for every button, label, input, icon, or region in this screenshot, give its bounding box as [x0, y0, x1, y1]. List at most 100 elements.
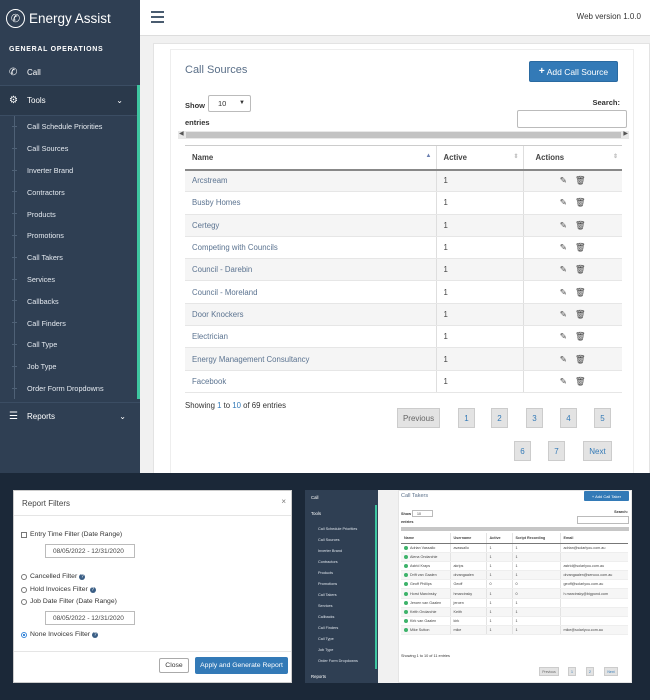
entry-time-filter-option[interactable]: Entry Time Filter (Date Range): [21, 531, 122, 538]
sidebar-item-2[interactable]: Inverter Brand: [0, 159, 137, 182]
hold-invoices-filter-option[interactable]: Hold Invoices Filter ?: [21, 586, 96, 593]
trash-icon[interactable]: 🗑: [575, 197, 586, 207]
sidebar-item-9[interactable]: Call Finders: [0, 312, 137, 334]
mini-nav-item-9[interactable]: Services: [305, 604, 375, 608]
mini-nav-item-7[interactable]: Promotions: [305, 582, 375, 586]
job-date-filter-option[interactable]: Job Date Filter (Date Range): [21, 598, 117, 605]
hamburger-menu-icon[interactable]: [151, 11, 164, 26]
column-header-active[interactable]: Active ⇕: [435, 145, 523, 171]
sidebar-item-8[interactable]: Callbacks: [0, 290, 137, 312]
edit-icon[interactable]: ✎: [560, 376, 567, 386]
scroll-left-icon[interactable]: ◀: [179, 130, 184, 137]
pagination-page-1[interactable]: 1: [568, 667, 576, 676]
sidebar-item-7[interactable]: Services: [0, 268, 137, 291]
pagination-next[interactable]: Next: [583, 441, 612, 461]
pagination-previous[interactable]: Previous: [539, 667, 559, 676]
add-call-source-button[interactable]: + Add Call Source: [529, 61, 618, 82]
edit-icon[interactable]: ✎: [560, 354, 567, 364]
pagination-page-6[interactable]: 6: [514, 441, 531, 461]
pagination-page-1[interactable]: 1: [458, 408, 475, 428]
sidebar-item-11[interactable]: Job Type: [0, 355, 137, 378]
app-logo[interactable]: ✆ Energy Assist: [0, 0, 140, 36]
pagination-page-2[interactable]: 2: [491, 408, 508, 428]
sidebar-item-1[interactable]: Call Sources: [0, 137, 137, 160]
pagination-page-3[interactable]: 3: [526, 408, 543, 428]
cancelled-filter-option[interactable]: Cancelled Filter ?: [21, 573, 86, 580]
nav-reports[interactable]: ☰ Reports ⌄: [0, 402, 140, 430]
pagination-next[interactable]: Next: [604, 667, 618, 676]
cancelled-filter-radio[interactable]: [21, 573, 27, 580]
pagination-page-2[interactable]: 2: [586, 667, 594, 676]
horizontal-scrollbar[interactable]: ◀ ▶: [178, 131, 629, 139]
search-input[interactable]: [517, 110, 627, 128]
pagination-page-7[interactable]: 7: [548, 441, 565, 461]
pagination-previous[interactable]: Previous: [397, 408, 440, 428]
edit-icon[interactable]: ✎: [560, 287, 567, 297]
search-input[interactable]: [577, 516, 629, 524]
trash-icon[interactable]: 🗑: [575, 376, 586, 386]
mini-nav-item-6[interactable]: Products: [305, 571, 375, 575]
pagination-page-5[interactable]: 5: [594, 408, 611, 428]
trash-icon[interactable]: 🗑: [575, 175, 586, 185]
edit-icon[interactable]: ✎: [560, 264, 567, 274]
none-invoices-filter-option[interactable]: None Invoices Filter ?: [21, 631, 99, 638]
add-call-taker-button[interactable]: + Add Call Taker: [584, 491, 629, 501]
entry-date-range-input[interactable]: 08/05/2022 - 12/31/2020: [45, 544, 135, 558]
edit-icon[interactable]: ✎: [560, 197, 567, 207]
sidebar-item-6[interactable]: Call Takers: [0, 246, 137, 269]
trash-icon[interactable]: 🗑: [575, 242, 586, 252]
page-length-select[interactable]: 10: [412, 510, 433, 517]
hold-invoices-filter-radio[interactable]: [21, 586, 27, 593]
mini-nav-item-14[interactable]: Order Form Dropdowns: [305, 659, 375, 663]
mini-nav-item-15[interactable]: Reports: [305, 674, 375, 679]
mini-nav-item-8[interactable]: Call Takers: [305, 593, 375, 597]
edit-icon[interactable]: ✎: [560, 331, 567, 341]
close-icon[interactable]: ×: [281, 497, 286, 506]
trash-icon[interactable]: 🗑: [575, 331, 586, 341]
nav-call[interactable]: ✆ Call: [0, 60, 140, 85]
mini-nav-item-11[interactable]: Call Finders: [305, 626, 375, 630]
pagination-page-4[interactable]: 4: [560, 408, 577, 428]
job-date-range-input[interactable]: 08/05/2022 - 12/31/2020: [45, 611, 135, 625]
trash-icon[interactable]: 🗑: [575, 220, 586, 230]
column-header[interactable]: Username: [449, 533, 486, 544]
column-header[interactable]: Script Recording: [511, 533, 560, 544]
scroll-right-icon[interactable]: ▶: [623, 130, 628, 137]
column-header-name[interactable]: Name ▲: [185, 145, 436, 171]
apply-generate-report-button[interactable]: Apply and Generate Report: [195, 657, 288, 674]
trash-icon[interactable]: 🗑: [575, 309, 586, 319]
mini-nav-item-5[interactable]: Contractors: [305, 560, 375, 564]
trash-icon[interactable]: 🗑: [575, 354, 586, 364]
trash-icon[interactable]: 🗑: [575, 287, 586, 297]
column-header-actions[interactable]: Actions ⇕: [522, 145, 622, 171]
sidebar-item-4[interactable]: Products: [0, 203, 137, 225]
column-header[interactable]: Name: [401, 533, 450, 544]
help-icon[interactable]: ?: [92, 631, 99, 638]
mini-nav-item-13[interactable]: Job Type: [305, 648, 375, 652]
mini-nav-item-2[interactable]: Call Schedule Priorities: [305, 527, 375, 531]
mini-nav-item-3[interactable]: Call Sources: [305, 538, 375, 542]
edit-icon[interactable]: ✎: [560, 220, 567, 230]
sidebar-item-3[interactable]: Contractors: [0, 181, 137, 203]
mini-nav-item-4[interactable]: Inverter Brand: [305, 549, 375, 553]
horizontal-scrollbar[interactable]: [401, 527, 629, 531]
job-date-filter-radio[interactable]: [21, 598, 27, 605]
mini-nav-item-12[interactable]: Call Type: [305, 637, 375, 641]
help-icon[interactable]: ?: [89, 586, 96, 593]
mini-nav-item-0[interactable]: Call: [305, 495, 375, 500]
trash-icon[interactable]: 🗑: [575, 264, 586, 274]
column-header[interactable]: Active: [485, 533, 512, 544]
sidebar-item-0[interactable]: Call Schedule Priorities: [0, 116, 137, 138]
scrollbar-thumb[interactable]: [186, 132, 621, 138]
entry-time-filter-checkbox[interactable]: [21, 531, 27, 538]
edit-icon[interactable]: ✎: [560, 309, 567, 319]
sidebar-item-10[interactable]: Call Type: [0, 333, 137, 356]
mini-nav-item-1[interactable]: Tools: [305, 511, 375, 516]
help-icon[interactable]: ?: [79, 573, 86, 580]
column-header[interactable]: Email: [559, 533, 628, 544]
none-invoices-filter-radio[interactable]: [21, 631, 27, 638]
page-length-select[interactable]: 10 ▼: [208, 95, 251, 112]
close-button[interactable]: Close: [159, 658, 189, 673]
nav-tools[interactable]: ⚙ Tools ⌄: [0, 85, 137, 116]
edit-icon[interactable]: ✎: [560, 242, 567, 252]
